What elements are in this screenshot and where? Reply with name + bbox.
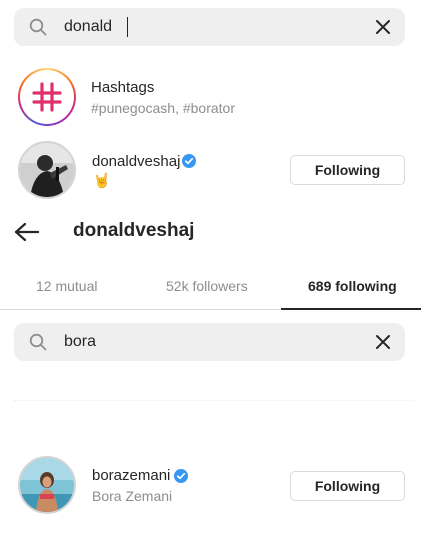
tab-mutual[interactable]: 12 mutual (36, 278, 97, 294)
full-name: Bora Zemani (92, 488, 173, 504)
loading-divider (14, 400, 414, 401)
tab-followers[interactable]: 52k followers (166, 278, 248, 294)
following-button[interactable]: Following (290, 471, 405, 501)
text-caret (127, 17, 128, 37)
avatar-photo (20, 143, 74, 197)
avatar[interactable] (18, 141, 76, 199)
verified-badge-icon (174, 469, 188, 483)
avatar[interactable] (18, 456, 76, 514)
active-tab-indicator (281, 308, 421, 310)
username: borazemani (92, 467, 171, 484)
profile-title: donaldveshaj (73, 220, 195, 241)
tab-following[interactable]: 689 following (308, 278, 397, 294)
close-icon[interactable] (375, 19, 391, 35)
following-button[interactable]: Following (290, 155, 405, 185)
top-search-input[interactable]: donald (64, 8, 112, 46)
following-search-bar[interactable]: bora (14, 323, 405, 361)
back-arrow-icon[interactable] (14, 222, 40, 242)
search-icon (29, 18, 47, 36)
avatar-photo (20, 458, 74, 512)
top-search-bar[interactable]: donald (14, 8, 405, 46)
hashtag-avatar (18, 68, 76, 126)
search-icon (29, 333, 47, 351)
username: donaldveshaj (92, 153, 181, 170)
verified-badge-icon (182, 154, 196, 168)
hashtags-title: Hashtags (91, 79, 155, 96)
bio-emoji: 🤘 (93, 172, 111, 188)
close-icon[interactable] (375, 334, 391, 350)
hashtags-subtitle: #punegocash, #borator (91, 100, 235, 116)
hashtag-icon (32, 82, 62, 112)
following-search-input[interactable]: bora (64, 323, 96, 361)
